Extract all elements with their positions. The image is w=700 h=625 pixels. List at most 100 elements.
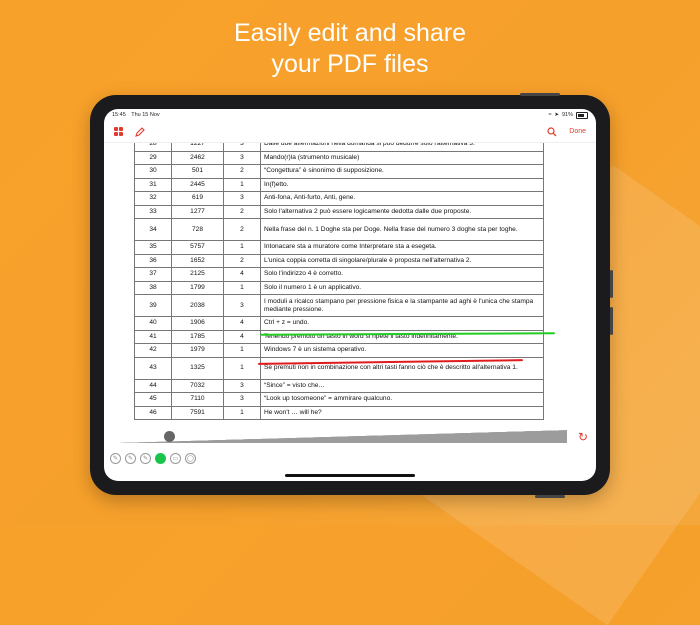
row-code: 1979 xyxy=(171,343,224,358)
table-row: 30 501 2 “Congettura” è sinonimo di supposi… xyxy=(134,164,544,179)
status-time: 15:45 xyxy=(112,112,126,118)
row-number: 39 xyxy=(134,294,172,317)
table-row: 38 1799 1 Solo il numero 1 è un applicativo… xyxy=(134,280,544,295)
row-number: 46 xyxy=(134,405,172,420)
row-code: 1652 xyxy=(171,253,224,268)
row-text: Mando(r)la (strumento musicale) xyxy=(260,150,544,165)
row-code: 2038 xyxy=(171,294,224,317)
table-row: 40 1906 4 Ctrl + z = undo. xyxy=(134,316,544,331)
status-date: Thu 15 Nov xyxy=(131,112,160,118)
row-answer: 1 xyxy=(223,177,261,192)
row-number: 33 xyxy=(134,204,172,219)
pdf-page[interactable]: 28 1227 3 Dalle due affermazioni nella doma… xyxy=(104,143,596,429)
row-number: 43 xyxy=(134,356,172,380)
row-code: 5757 xyxy=(171,240,224,255)
row-answer: 1 xyxy=(223,240,261,255)
row-text: “Congettura” è sinonimo di supposizione. xyxy=(260,164,544,179)
tablet-device: 15:45 Thu 15 Nov ≈ ➤ 91% Done 28 1227 3 … xyxy=(90,93,613,498)
row-answer: 4 xyxy=(223,316,261,331)
row-code: 1785 xyxy=(171,329,224,344)
status-bar: 15:45 Thu 15 Nov ≈ ➤ 91% xyxy=(104,109,596,121)
row-code: 728 xyxy=(171,218,224,241)
row-number: 30 xyxy=(134,164,172,179)
row-text: He won't … will he? xyxy=(260,405,544,420)
reset-icon[interactable]: ↻ xyxy=(578,430,588,444)
headline: Easily edit and share your PDF files xyxy=(0,18,700,80)
highlighter-tool-icon[interactable]: ✎ xyxy=(140,452,151,464)
row-code: 2125 xyxy=(171,267,224,282)
row-number: 44 xyxy=(134,378,172,393)
table-row: 35 5757 1 Intonacare sta a muratore come In… xyxy=(134,240,544,255)
stroke-width-track xyxy=(112,430,567,443)
row-number: 37 xyxy=(134,267,172,282)
row-code: 2462 xyxy=(171,150,224,165)
table-row: 32 619 3 Anti-fona, Anti-furto, Anti, gene. xyxy=(134,191,544,206)
battery-percent: 91% xyxy=(561,112,573,118)
row-answer: 1 xyxy=(223,405,261,420)
pencil-tool-icon[interactable]: ✎ xyxy=(110,452,121,464)
stroke-width-knob[interactable] xyxy=(164,431,175,442)
row-text: Solo l'alternativa 2 può essere logicame… xyxy=(260,204,544,219)
row-text: Nella frase del n. 1 Doghe sta per Doge.… xyxy=(260,218,544,241)
row-number: 32 xyxy=(134,191,172,206)
row-code: 2445 xyxy=(171,177,224,192)
row-answer: 3 xyxy=(223,150,261,165)
row-number: 45 xyxy=(134,392,172,407)
row-answer: 3 xyxy=(223,378,261,393)
lasso-tool-icon[interactable]: ◯ xyxy=(185,452,196,464)
row-number: 34 xyxy=(134,218,172,241)
row-answer: 4 xyxy=(223,329,261,344)
row-text: I moduli a ricalco stampano per pression… xyxy=(260,294,544,317)
row-text: “Since” = visto che… xyxy=(260,378,544,393)
row-text: Dalle due affermazioni nella domanda si … xyxy=(260,143,544,152)
row-answer: 3 xyxy=(223,143,261,152)
marker-tool-icon[interactable]: ✎ xyxy=(125,452,136,464)
row-answer: 2 xyxy=(223,218,261,241)
row-answer: 1 xyxy=(223,343,261,358)
row-answer: 2 xyxy=(223,253,261,268)
eraser-tool-icon[interactable]: ▭ xyxy=(170,452,181,464)
table-row: 36 1652 2 L'unica coppia corretta di singol… xyxy=(134,253,544,268)
table-row: 45 7110 3 “Look up tosomeone” = ammirare qu… xyxy=(134,392,544,407)
page-scrubber[interactable]: ↻ xyxy=(104,429,596,449)
row-text: Intonacare sta a muratore come Interpret… xyxy=(260,240,544,255)
power-button xyxy=(520,93,560,96)
grid-icon[interactable] xyxy=(114,127,123,136)
row-number: 36 xyxy=(134,253,172,268)
answers-table: 28 1227 3 Dalle due affermazioni nella doma… xyxy=(134,143,544,420)
row-number: 35 xyxy=(134,240,172,255)
row-number: 31 xyxy=(134,177,172,192)
row-code: 7591 xyxy=(171,405,224,420)
table-row: 31 2445 1 In(f)etto. xyxy=(134,177,544,192)
toolbar: Done xyxy=(104,121,596,143)
table-row: 34 728 2 Nella frase del n. 1 Doghe sta per… xyxy=(134,218,544,241)
row-number: 40 xyxy=(134,316,172,331)
battery-icon xyxy=(576,111,588,119)
table-row: 28 1227 3 Dalle due affermazioni nella doma… xyxy=(134,143,544,152)
row-text: Anti-fona, Anti-furto, Anti, gene. xyxy=(260,191,544,206)
pen-icon[interactable] xyxy=(135,126,145,137)
row-text: Solo l'indirizzo 4 è corretto. xyxy=(260,267,544,282)
home-indicator[interactable] xyxy=(285,474,415,477)
row-text: Windows 7 è un sistema operativo. xyxy=(260,343,544,358)
row-code: 1799 xyxy=(171,280,224,295)
headline-line-2: your PDF files xyxy=(271,50,429,78)
volume-up-button xyxy=(610,270,613,298)
row-answer: 3 xyxy=(223,294,261,317)
color-picker-green[interactable] xyxy=(155,452,166,464)
table-row: 46 7591 1 He won't … will he? xyxy=(134,405,544,420)
row-answer: 2 xyxy=(223,164,261,179)
search-icon[interactable] xyxy=(547,126,557,137)
row-number: 29 xyxy=(134,150,172,165)
done-button[interactable]: Done xyxy=(569,128,586,135)
row-code: 7032 xyxy=(171,378,224,393)
row-code: 1227 xyxy=(171,143,224,152)
row-code: 7110 xyxy=(171,392,224,407)
row-code: 1906 xyxy=(171,316,224,331)
drawing-tools: ✎ ✎ ✎ ▭ ◯ xyxy=(110,451,196,465)
wifi-icon: ≈ xyxy=(548,112,552,118)
row-number: 41 xyxy=(134,329,172,344)
row-answer: 3 xyxy=(223,191,261,206)
headline-line-1: Easily edit and share xyxy=(233,19,467,47)
row-answer: 1 xyxy=(223,356,261,380)
